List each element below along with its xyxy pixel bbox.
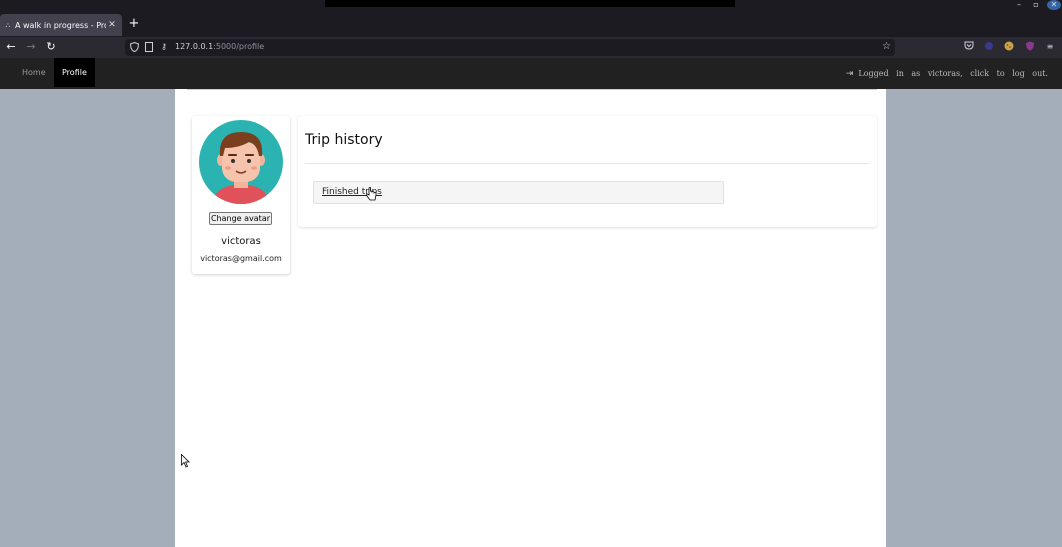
address-bar[interactable]: ⚷ 127.0.0.1:5000/profile ☆ bbox=[125, 39, 895, 56]
tab-title: A walk in progress - Profile bbox=[15, 20, 106, 30]
maximize-icon[interactable]: ▫ bbox=[1030, 0, 1042, 9]
browser-tab[interactable]: ⛬ A walk in progress - Profile ✕ bbox=[0, 14, 122, 36]
change-avatar-button[interactable]: Change avatar bbox=[209, 212, 272, 225]
bookmark-star-icon[interactable]: ☆ bbox=[882, 41, 891, 52]
tab-favicon-icon: ⛬ bbox=[5, 20, 11, 29]
tracking-shield-icon[interactable] bbox=[129, 41, 139, 53]
shield-extension-icon[interactable] bbox=[1024, 41, 1036, 53]
cookie-extension-icon[interactable] bbox=[1003, 41, 1015, 53]
pocket-icon[interactable] bbox=[963, 41, 975, 53]
arrow-cursor-icon bbox=[181, 454, 190, 468]
profile-username: victoras bbox=[221, 236, 261, 247]
avatar bbox=[199, 120, 283, 204]
trip-history-card: Trip history Finished trips bbox=[298, 116, 877, 227]
profile-email: victoras@gmail.com bbox=[200, 254, 282, 263]
page-info-icon[interactable] bbox=[144, 42, 154, 52]
browser-toolbar: ← → ↻ ⚷ 127.0.0.1:5000/profile ☆ ≡ bbox=[0, 37, 1062, 58]
page-top-divider bbox=[187, 89, 877, 90]
nav-profile-link[interactable]: Profile bbox=[54, 58, 95, 87]
app-navbar: Home Profile ⇥ Logged in as victoras, cli… bbox=[0, 58, 1062, 89]
close-window-icon[interactable]: ✕ bbox=[1047, 0, 1061, 10]
logout-icon: ⇥ bbox=[845, 69, 854, 79]
trip-history-title: Trip history bbox=[305, 132, 383, 148]
hand-cursor-icon bbox=[366, 187, 377, 201]
url-text[interactable]: 127.0.0.1:5000/profile bbox=[175, 42, 264, 51]
extension-icon[interactable] bbox=[983, 41, 995, 53]
page-container: Change avatar victoras victoras@gmail.co… bbox=[175, 89, 886, 547]
screen-capture-strip bbox=[325, 0, 735, 7]
key-icon[interactable]: ⚷ bbox=[159, 42, 169, 52]
back-arrow-icon[interactable]: ← bbox=[4, 40, 18, 54]
profile-card: Change avatar victoras victoras@gmail.co… bbox=[192, 116, 290, 274]
forward-arrow-icon[interactable]: → bbox=[24, 40, 38, 54]
logout-text[interactable]: Logged in as victoras, click to log out. bbox=[858, 69, 1048, 78]
tab-close-icon[interactable]: ✕ bbox=[106, 20, 118, 30]
nav-home-link[interactable]: Home bbox=[14, 58, 54, 87]
reload-icon[interactable]: ↻ bbox=[44, 40, 58, 54]
minimize-icon[interactable]: – bbox=[1013, 0, 1025, 9]
browser-titlebar: ⛬ A walk in progress - Profile ✕ + – ▫ ✕ bbox=[0, 0, 1062, 37]
menu-hamburger-icon[interactable]: ≡ bbox=[1044, 41, 1056, 53]
logout-link[interactable]: ⇥ Logged in as victoras, click to log out… bbox=[846, 58, 1048, 89]
trip-history-divider bbox=[305, 163, 869, 164]
new-tab-icon[interactable]: + bbox=[127, 15, 141, 33]
